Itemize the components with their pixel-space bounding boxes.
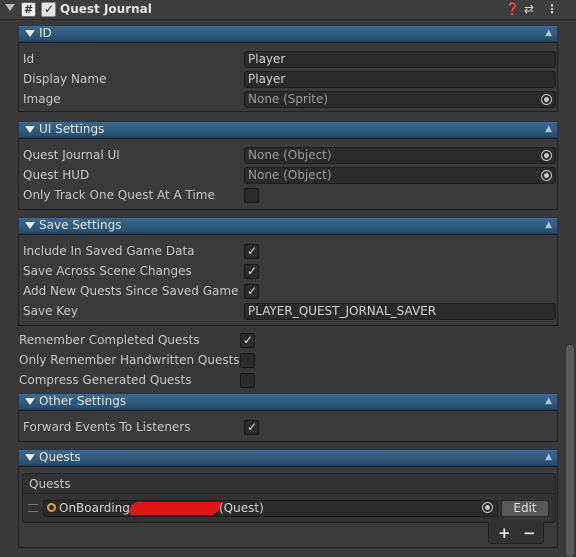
list-footer bbox=[488, 522, 544, 544]
image-value: None (Sprite) bbox=[248, 92, 329, 106]
section-title: ID bbox=[39, 26, 52, 40]
quests-list-header bbox=[23, 474, 555, 494]
quest-picker[interactable] bbox=[482, 502, 495, 515]
quest-hud-field[interactable]: None (Object) bbox=[244, 167, 556, 184]
foldout-arrow-icon bbox=[25, 454, 35, 461]
section-title: Save Settings bbox=[39, 218, 122, 232]
forward-events-label: Forward Events To Listeners bbox=[23, 420, 191, 434]
check-icon: ✓ bbox=[247, 420, 258, 434]
track-one-quest-label: Only Track One Quest At A Time bbox=[23, 188, 215, 202]
component-enabled-toggle[interactable]: ✓ bbox=[41, 2, 56, 17]
quest-journal-ui-value: None (Object) bbox=[248, 148, 332, 162]
script-icon: # bbox=[21, 2, 36, 17]
scrollbar[interactable] bbox=[566, 345, 574, 557]
add-new-quests-label: Add New Quests Since Saved Game bbox=[23, 284, 239, 298]
quest-journal-ui-field[interactable]: None (Object) bbox=[244, 147, 556, 164]
section-title: Quests bbox=[39, 450, 81, 464]
section-header-id[interactable]: ID ▲ bbox=[18, 25, 558, 42]
quests-list-label: Quests bbox=[29, 477, 71, 491]
quest-icon bbox=[47, 503, 56, 512]
quest-item-type: (Quest) bbox=[219, 501, 264, 515]
section-title: Other Settings bbox=[39, 394, 127, 408]
expand-icon: ▲ bbox=[545, 396, 552, 406]
section-header-quests[interactable]: Quests ▲ bbox=[18, 449, 558, 466]
expand-icon: ▲ bbox=[545, 124, 552, 134]
edit-button[interactable]: Edit bbox=[501, 500, 549, 517]
handwritten-quests-checkbox[interactable] bbox=[240, 353, 255, 368]
check-icon: ✓ bbox=[247, 264, 258, 278]
foldout-arrow-icon[interactable] bbox=[5, 4, 15, 11]
redaction-mark bbox=[128, 502, 222, 515]
foldout-arrow-icon bbox=[25, 30, 35, 37]
section-title: UI Settings bbox=[39, 122, 105, 136]
add-new-quests-checkbox[interactable]: ✓ bbox=[244, 284, 259, 299]
add-button[interactable]: + bbox=[498, 524, 511, 542]
section-header-other-settings[interactable]: Other Settings ▲ bbox=[18, 393, 558, 410]
save-across-checkbox[interactable]: ✓ bbox=[244, 264, 259, 279]
expand-icon: ▲ bbox=[545, 28, 552, 38]
id-field[interactable]: Player bbox=[244, 51, 556, 68]
track-one-quest-checkbox[interactable] bbox=[244, 188, 259, 203]
foldout-arrow-icon bbox=[25, 222, 35, 229]
check-icon: ✓ bbox=[44, 2, 55, 16]
display-name-label: Display Name bbox=[23, 72, 107, 86]
quest-hud-label: Quest HUD bbox=[23, 168, 90, 182]
component-header: # ✓ Quest Journal ❓ ⇄ ⋮ bbox=[0, 0, 576, 20]
compress-generated-label: Compress Generated Quests bbox=[19, 373, 192, 387]
expand-icon: ▲ bbox=[545, 220, 552, 230]
object-picker-icon[interactable] bbox=[541, 94, 552, 105]
object-picker-icon[interactable] bbox=[482, 502, 493, 513]
quest-journal-ui-label: Quest Journal UI bbox=[23, 148, 120, 162]
save-key-field[interactable]: PLAYER_QUEST_JORNAL_SAVER bbox=[244, 303, 556, 320]
foldout-arrow-icon bbox=[25, 398, 35, 405]
section-header-ui-settings[interactable]: UI Settings ▲ bbox=[18, 121, 558, 138]
section-header-save-settings[interactable]: Save Settings ▲ bbox=[18, 217, 558, 234]
drag-handle-icon[interactable] bbox=[28, 504, 38, 512]
expand-icon: ▲ bbox=[545, 452, 552, 462]
foldout-arrow-icon bbox=[25, 126, 35, 133]
forward-events-checkbox[interactable]: ✓ bbox=[244, 420, 259, 435]
display-name-field[interactable]: Player bbox=[244, 71, 556, 88]
remove-button[interactable]: − bbox=[523, 524, 536, 542]
handwritten-quests-label: Only Remember Handwritten Quests bbox=[19, 353, 240, 367]
save-across-label: Save Across Scene Changes bbox=[23, 264, 192, 278]
check-icon: ✓ bbox=[243, 333, 254, 347]
save-key-label: Save Key bbox=[23, 304, 79, 318]
help-icon[interactable]: ❓ bbox=[505, 2, 520, 16]
id-label: Id bbox=[23, 52, 35, 66]
include-saved-label: Include In Saved Game Data bbox=[23, 244, 195, 258]
include-saved-checkbox[interactable]: ✓ bbox=[244, 244, 259, 259]
object-picker-icon[interactable] bbox=[541, 170, 552, 181]
preset-icon[interactable]: ⇄ bbox=[524, 2, 534, 16]
image-label: Image bbox=[23, 92, 61, 106]
component-title: Quest Journal bbox=[60, 2, 152, 16]
remember-completed-label: Remember Completed Quests bbox=[19, 333, 200, 347]
compress-generated-checkbox[interactable] bbox=[240, 373, 255, 388]
quest-item-name: OnBoarding bbox=[59, 501, 130, 515]
remember-completed-checkbox[interactable]: ✓ bbox=[240, 333, 255, 348]
image-field[interactable]: None (Sprite) bbox=[244, 91, 556, 108]
more-icon[interactable]: ⋮ bbox=[546, 2, 558, 16]
check-icon: ✓ bbox=[247, 284, 258, 298]
check-icon: ✓ bbox=[247, 244, 258, 258]
quest-hud-value: None (Object) bbox=[248, 168, 332, 182]
object-picker-icon[interactable] bbox=[541, 150, 552, 161]
